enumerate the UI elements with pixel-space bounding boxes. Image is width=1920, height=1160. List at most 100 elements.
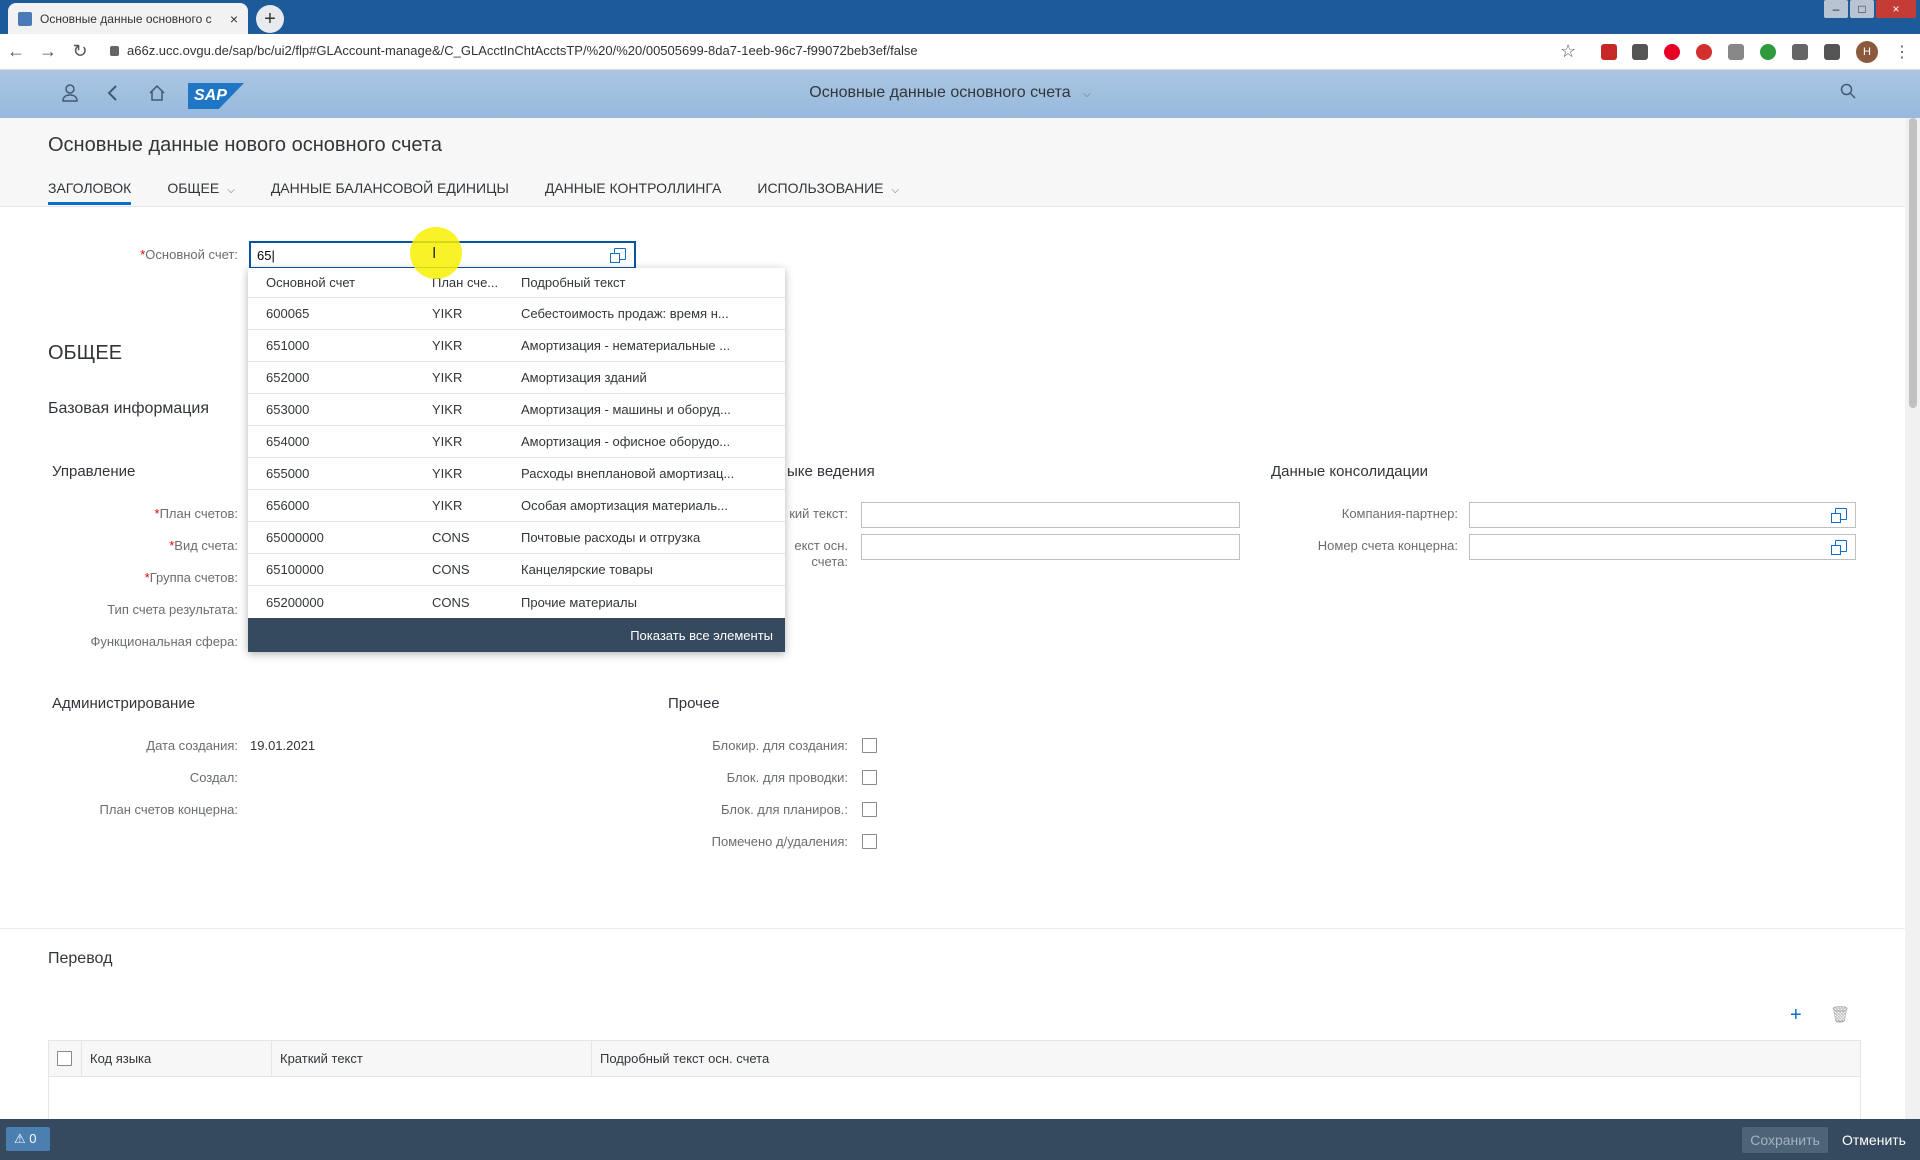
profile-avatar[interactable]: H bbox=[1856, 41, 1878, 63]
suggestion-row[interactable]: 655000 YIKR Расходы внеплановой амортизац.… bbox=[248, 458, 785, 490]
account-type-label-text: Вид счета: bbox=[174, 538, 238, 553]
functional-area-label: Функциональная сфера: bbox=[90, 634, 238, 649]
group-account-label: Номер счета концерна: bbox=[1317, 538, 1458, 553]
tab-header[interactable]: ЗАГОЛОВОК bbox=[48, 180, 132, 205]
dropbox-extension-icon[interactable] bbox=[1728, 44, 1744, 60]
marked-deletion-checkbox[interactable] bbox=[862, 834, 877, 849]
row-coa: YIKR bbox=[432, 306, 463, 321]
maximize-button[interactable]: □ bbox=[1850, 0, 1874, 18]
text-caret: | bbox=[271, 248, 275, 263]
account-group-label: *Группа счетов: bbox=[40, 570, 238, 585]
section-general-title: ОБЩЕЕ bbox=[48, 342, 123, 364]
trading-partner-input[interactable] bbox=[1469, 502, 1856, 528]
row-coa: CONS bbox=[432, 594, 470, 610]
suggestion-row[interactable]: 65100000 CONS Канцелярские товары bbox=[248, 554, 785, 586]
footer-toolbar: ⚠ 0 Сохранить Отменить bbox=[0, 1119, 1920, 1160]
forward-icon[interactable]: → bbox=[32, 41, 64, 62]
short-text-input[interactable] bbox=[861, 502, 1240, 528]
admin-group-title: Администрирование bbox=[52, 695, 196, 712]
url-field[interactable]: a66z.ucc.ovgu.de/sap/bc/ui2/flp#GLAccoun… bbox=[110, 43, 918, 58]
extension-icon[interactable] bbox=[1601, 44, 1617, 60]
messages-count: 0 bbox=[29, 1131, 37, 1146]
add-icon[interactable]: + bbox=[1790, 1004, 1802, 1027]
chevron-down-icon: ⌵ bbox=[227, 185, 235, 196]
tab-close-icon[interactable]: × bbox=[230, 11, 238, 27]
other-group-title: Прочее bbox=[668, 695, 720, 712]
suggestion-row[interactable]: 65000000 CONS Почтовые расходы и отгрузка bbox=[248, 522, 785, 554]
save-button[interactable]: Сохранить bbox=[1742, 1127, 1828, 1153]
row-account: 652000 bbox=[266, 370, 310, 385]
chevron-down-icon: ⌵ bbox=[1083, 89, 1091, 100]
row-description: Амортизация - офисное оборудо... bbox=[521, 434, 731, 449]
new-tab-button[interactable]: + bbox=[256, 5, 284, 33]
suggestion-row[interactable]: 65200000 CONS Прочие материалы bbox=[248, 586, 785, 618]
blocked-planning-checkbox[interactable] bbox=[862, 802, 877, 817]
window-close-button[interactable]: × bbox=[1876, 0, 1916, 18]
col-account: Основной счет bbox=[266, 275, 356, 290]
blocked-posting-checkbox[interactable] bbox=[862, 770, 877, 785]
row-account: 600065 bbox=[266, 306, 310, 321]
created-by-label: Создал: bbox=[189, 770, 238, 785]
tab-controlling-data[interactable]: ДАННЫЕ КОНТРОЛЛИНГА bbox=[545, 180, 722, 205]
value-help-icon[interactable] bbox=[1831, 508, 1847, 523]
language-group-title: ыке ведения bbox=[787, 463, 875, 480]
long-text-input[interactable] bbox=[861, 534, 1240, 560]
row-description: Особая амортизация материаль... bbox=[521, 498, 728, 513]
extension-icon[interactable] bbox=[1632, 44, 1648, 60]
row-coa: YIKR bbox=[432, 466, 463, 481]
blocked-posting-label: Блок. для проводки: bbox=[726, 770, 848, 785]
suggestion-row[interactable]: 600065 YIKR Себестоимость продаж: время н.… bbox=[248, 298, 785, 330]
pinterest-extension-icon[interactable] bbox=[1664, 44, 1680, 60]
suggestion-row[interactable]: 653000 YIKR Амортизация - машины и оборуд.… bbox=[248, 394, 785, 426]
gl-account-value: 65 bbox=[257, 248, 272, 263]
marked-deletion-label: Помечено д/удаления: bbox=[711, 834, 848, 849]
blocked-creation-label: Блокир. для создания: bbox=[712, 738, 848, 753]
tab-general[interactable]: ОБЩЕЕ ⌵ bbox=[167, 180, 234, 205]
suggestion-row[interactable]: 654000 YIKR Амортизация - офисное оборудо.… bbox=[248, 426, 785, 458]
account-group-label-text: Группа счетов: bbox=[149, 570, 238, 585]
blocked-planning-label: Блок. для планиров.: bbox=[721, 802, 848, 817]
bookmark-star-icon[interactable]: ☆ bbox=[1560, 41, 1576, 62]
value-help-icon[interactable] bbox=[1831, 540, 1847, 555]
browser-tab[interactable]: Основные данные основного с × bbox=[8, 3, 248, 34]
show-all-items-button[interactable]: Показать все элементы bbox=[248, 618, 785, 652]
control-group-title: Управление bbox=[52, 463, 136, 480]
col-description: Подробный текст bbox=[521, 275, 626, 290]
select-all-checkbox[interactable] bbox=[57, 1051, 72, 1066]
value-help-icon[interactable] bbox=[610, 248, 626, 263]
row-description: Себестоимость продаж: время н... bbox=[521, 306, 729, 321]
minimize-button[interactable]: – bbox=[1824, 0, 1848, 18]
column-language[interactable]: Код языка bbox=[82, 1040, 272, 1077]
search-icon[interactable] bbox=[1840, 83, 1856, 104]
row-description: Расходы внеплановой амортизац... bbox=[521, 466, 735, 481]
group-account-input[interactable] bbox=[1469, 534, 1856, 560]
column-short-text[interactable]: Краткий текст bbox=[272, 1040, 592, 1077]
extension-icon[interactable] bbox=[1792, 44, 1808, 60]
row-description: Амортизация - машины и оборуд... bbox=[521, 402, 731, 417]
tab-usage[interactable]: ИСПОЛЬЗОВАНИЕ ⌵ bbox=[757, 180, 899, 205]
delete-icon[interactable]: 🗑 bbox=[1830, 1005, 1850, 1025]
puzzle-extensions-icon[interactable] bbox=[1824, 44, 1840, 60]
app-title[interactable]: Основные данные основного счета ⌵ bbox=[0, 84, 1900, 102]
row-coa: YIKR bbox=[432, 370, 463, 385]
browser-menu-icon[interactable]: ⋮ bbox=[1894, 42, 1910, 62]
suggestion-row[interactable]: 652000 YIKR Амортизация зданий bbox=[248, 362, 785, 394]
suggestion-row[interactable]: 656000 YIKR Особая амортизация материаль..… bbox=[248, 490, 785, 522]
message-icon: ⚠ bbox=[14, 1131, 30, 1146]
evernote-extension-icon[interactable] bbox=[1760, 44, 1776, 60]
back-icon[interactable]: ← bbox=[0, 41, 32, 62]
row-account: 651000 bbox=[266, 338, 310, 353]
scrollbar-thumb[interactable] bbox=[1909, 118, 1917, 408]
adblock-extension-icon[interactable] bbox=[1696, 44, 1712, 60]
blocked-creation-checkbox[interactable] bbox=[862, 738, 877, 753]
column-long-text[interactable]: Подробный текст осн. счета bbox=[592, 1041, 1860, 1077]
suggestion-row[interactable]: 651000 YIKR Амортизация - нематериальные .… bbox=[248, 330, 785, 362]
tab-company-code-data[interactable]: ДАННЫЕ БАЛАНСОВОЙ ЕДИНИЦЫ bbox=[271, 180, 509, 205]
messages-button[interactable]: ⚠ 0 bbox=[6, 1127, 50, 1151]
account-type-label: *Вид счета: bbox=[40, 538, 238, 553]
reload-icon[interactable]: ↻ bbox=[64, 41, 96, 62]
tab-usage-label: ИСПОЛЬЗОВАНИЕ bbox=[757, 180, 884, 196]
row-account: 65000000 bbox=[266, 530, 324, 545]
cancel-button[interactable]: Отменить bbox=[1836, 1127, 1912, 1153]
page-scrollbar[interactable] bbox=[1905, 118, 1920, 1119]
